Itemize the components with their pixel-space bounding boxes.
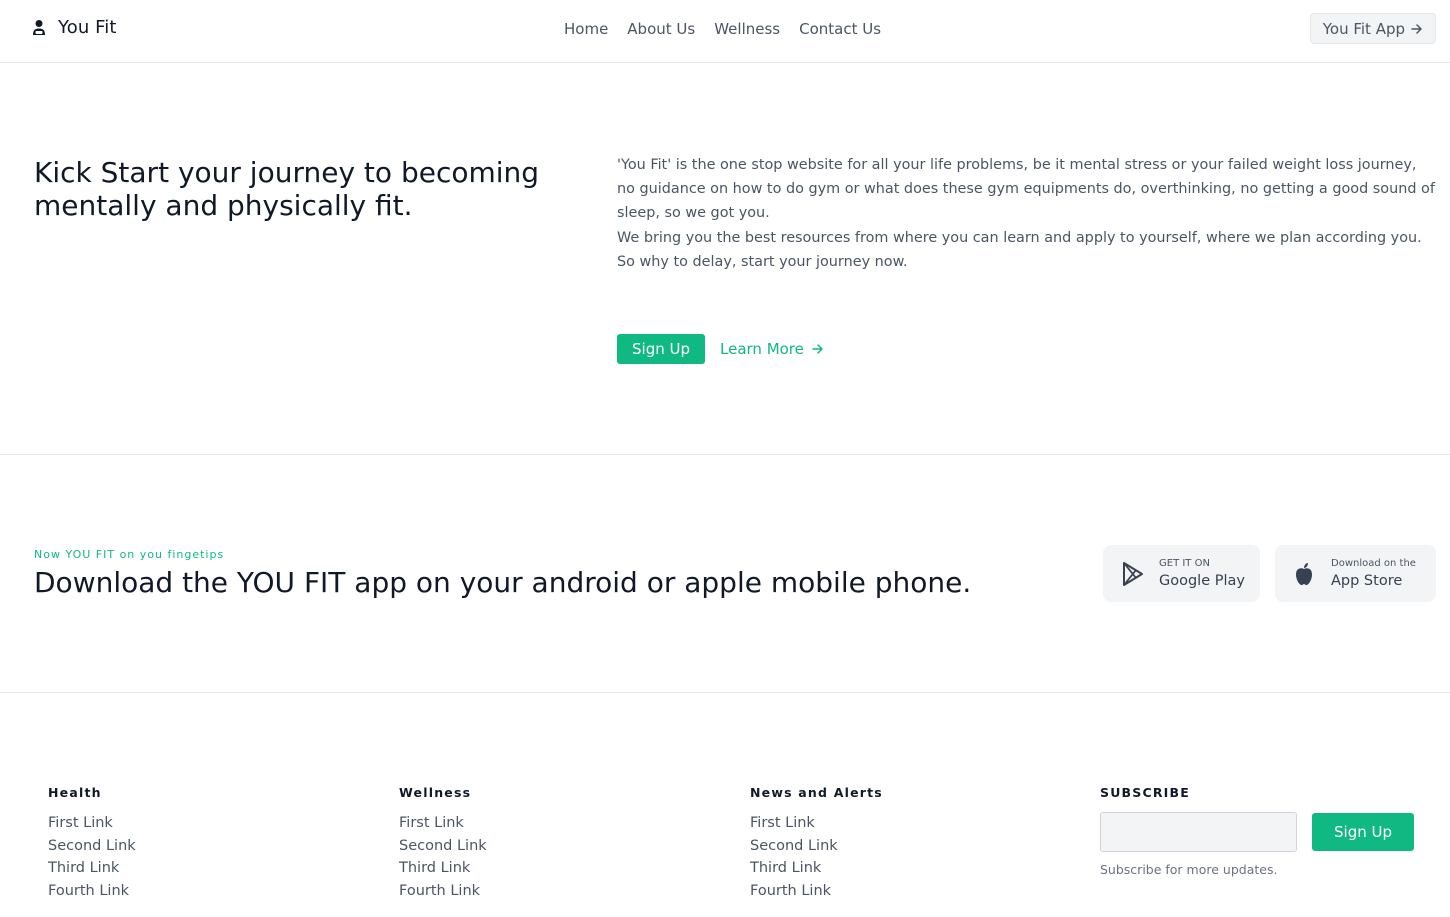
download-section: Now YOU FIT on you fingetips Download th… [0,455,1450,693]
app-store-text: Download on the App Store [1331,557,1416,591]
learn-more-link[interactable]: Learn More [720,340,824,358]
footer-column-title: Health [48,785,102,800]
subscribe-row: Sign Up [1100,812,1414,852]
download-title: Download the YOU FIT app on your android… [34,566,972,599]
brand-logo[interactable]: You Fit [32,17,117,38]
site-header: You Fit Home About Us Wellness Contact U… [0,0,1450,63]
footer-link[interactable]: Third Link [48,857,136,880]
play-store-icon [1121,561,1145,587]
footer-column-subscribe: SUBSCRIBE Sign Up Subscribe for more upd… [1100,785,1414,877]
nav-contact-us[interactable]: Contact Us [799,20,881,38]
footer-link[interactable]: First Link [399,812,487,835]
app-store-button[interactable]: Download on the App Store [1275,545,1436,602]
footer-column-news-and-alerts: News and Alerts First Link Second Link T… [750,785,883,902]
app-button-label: You Fit App [1322,19,1405,38]
subscribe-sign-up-button[interactable]: Sign Up [1312,813,1414,851]
nav-about-us[interactable]: About Us [627,20,695,38]
footer-link[interactable]: Third Link [750,857,883,880]
footer-link[interactable]: Second Link [750,835,883,858]
arrow-right-icon [1411,23,1423,35]
footer-link[interactable]: Fourth Link [399,880,487,903]
subscribe-title: SUBSCRIBE [1100,785,1190,800]
main-nav: Home About Us Wellness Contact Us [564,20,881,38]
footer-column-title: Wellness [399,785,472,800]
nav-wellness[interactable]: Wellness [714,20,780,38]
subscribe-note: Subscribe for more updates. [1100,862,1278,877]
person-icon [32,19,48,37]
footer-link[interactable]: First Link [48,812,136,835]
hero-actions: Sign Up Learn More [617,334,824,364]
nav-home[interactable]: Home [564,20,608,38]
google-play-big: Google Play [1159,572,1245,589]
footer-link[interactable]: Second Link [399,835,487,858]
footer-link[interactable]: Fourth Link [750,880,883,903]
hero-paragraph-1: 'You Fit' is the one stop website for al… [617,157,1435,221]
app-store-big: App Store [1331,572,1403,589]
arrow-right-icon [812,343,824,355]
subscribe-email-input[interactable] [1100,812,1297,852]
footer-link[interactable]: Third Link [399,857,487,880]
apple-icon [1293,561,1317,587]
app-store-small: Download on the [1331,557,1416,569]
google-play-small: GET IT ON [1159,557,1210,569]
download-kicker: Now YOU FIT on you fingetips [34,548,225,561]
footer-column-title: News and Alerts [750,785,883,800]
brand-name: You Fit [58,17,117,38]
you-fit-app-button[interactable]: You Fit App [1309,13,1436,44]
hero-section: Kick Start your journey to becoming ment… [0,63,1450,455]
google-play-text: GET IT ON Google Play [1159,557,1245,591]
footer-link[interactable]: Second Link [48,835,136,858]
footer-column-health: Health First Link Second Link Third Link… [48,785,136,902]
footer-link[interactable]: Fourth Link [48,880,136,903]
footer-link[interactable]: First Link [750,812,883,835]
site-footer: Health First Link Second Link Third Link… [0,693,1450,917]
sign-up-button[interactable]: Sign Up [617,334,705,364]
footer-column-wellness: Wellness First Link Second Link Third Li… [399,785,487,902]
hero-title: Kick Start your journey to becoming ment… [34,156,540,222]
google-play-button[interactable]: GET IT ON Google Play [1103,545,1260,602]
learn-more-label: Learn More [720,340,804,358]
hero-paragraph-2: We bring you the best resources from whe… [617,230,1422,270]
